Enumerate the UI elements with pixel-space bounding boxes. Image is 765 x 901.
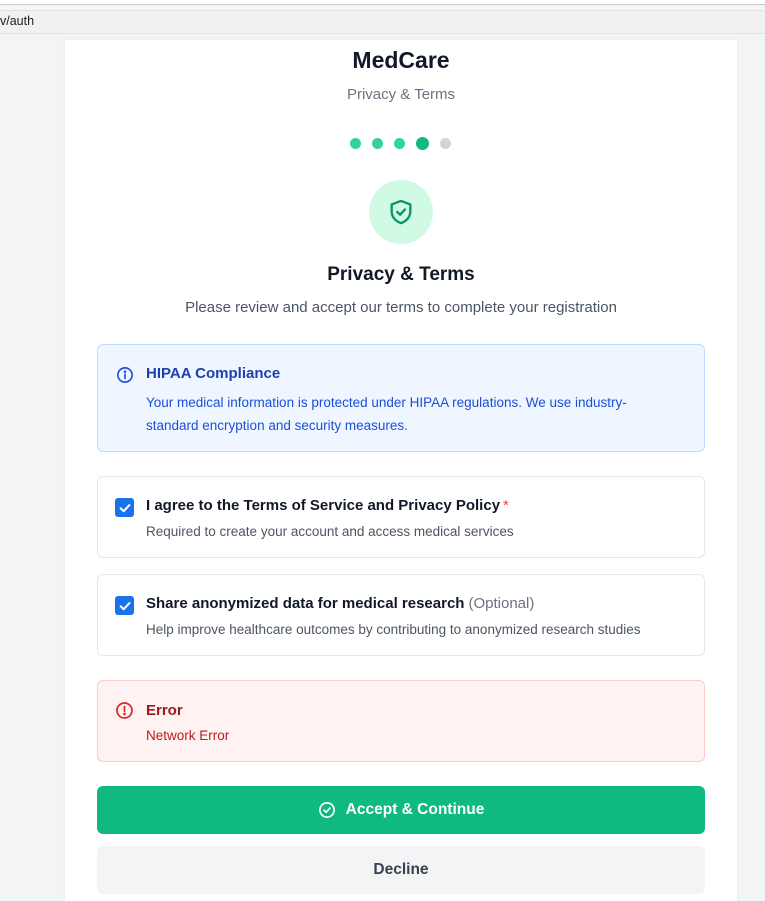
error-title: Error	[146, 702, 183, 719]
section-title: Privacy & Terms	[327, 264, 475, 285]
shield-check-icon	[390, 199, 412, 225]
checkmark-icon	[119, 503, 130, 512]
info-icon	[117, 367, 133, 383]
research-description: Help improve healthcare outcomes by cont…	[146, 622, 641, 637]
terms-checkbox[interactable]	[115, 498, 134, 517]
decline-button-label: Decline	[373, 861, 429, 878]
terms-label[interactable]: I agree to the Terms of Service and Priv…	[146, 497, 509, 514]
step-dot-complete	[394, 137, 405, 149]
accept-button-label: Accept & Continue	[345, 801, 485, 818]
address-bar-url[interactable]: v/auth	[0, 14, 34, 28]
research-consent-card[interactable]: Share anonymized data for medical resear…	[97, 574, 705, 656]
hipaa-notice: HIPAA Compliance Your medical informatio…	[97, 344, 705, 452]
check-circle-icon	[318, 802, 335, 818]
alert-circle-icon	[116, 702, 133, 719]
accept-continue-button[interactable]: Accept & Continue	[97, 786, 705, 834]
section-description: Please review and accept our terms to co…	[185, 299, 617, 316]
required-marker: *	[503, 497, 509, 514]
step-indicator	[350, 136, 451, 150]
terms-description: Required to create your account and acce…	[146, 524, 514, 539]
research-checkbox[interactable]	[115, 596, 134, 615]
decline-button[interactable]: Decline	[97, 846, 705, 894]
notice-text: Your medical information is protected un…	[146, 395, 627, 433]
address-bar[interactable]: v/auth	[0, 10, 765, 34]
step-dot-pending	[440, 137, 451, 149]
optional-tag: (Optional)	[468, 595, 535, 612]
step-dot-current	[416, 136, 429, 150]
research-label[interactable]: Share anonymized data for medical resear…	[146, 595, 534, 612]
notice-title: HIPAA Compliance	[146, 365, 281, 382]
page-subtitle: Privacy & Terms	[346, 86, 456, 103]
terms-label-text: I agree to the Terms of Service and Priv…	[146, 497, 501, 514]
research-label-text: Share anonymized data for medical resear…	[146, 595, 465, 612]
registration-card	[65, 40, 737, 901]
terms-agreement-card[interactable]: I agree to the Terms of Service and Priv…	[97, 476, 705, 558]
error-message: Network Error	[146, 728, 230, 743]
brand-title: MedCare	[352, 47, 450, 73]
step-dot-complete	[350, 137, 361, 149]
step-dot-complete	[372, 137, 383, 149]
checkmark-icon	[119, 601, 130, 610]
browser-top-edge	[0, 0, 765, 5]
error-alert: Error Network Error	[97, 680, 705, 762]
shield-badge	[369, 180, 433, 244]
